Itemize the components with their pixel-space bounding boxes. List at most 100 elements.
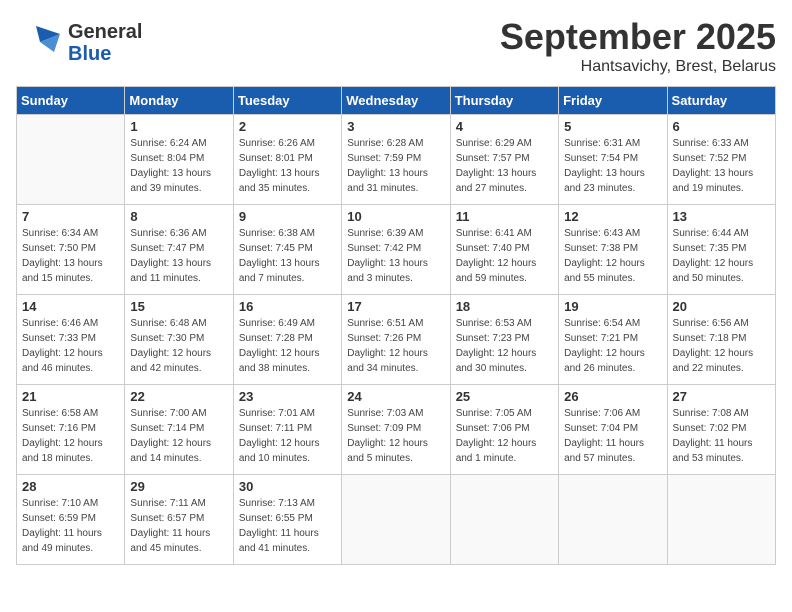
calendar-week-3: 14 Sunrise: 6:46 AMSunset: 7:33 PMDayligh… xyxy=(17,295,776,385)
calendar-cell xyxy=(342,475,450,565)
header: General Blue September 2025 Hantsavichy,… xyxy=(16,16,776,76)
calendar-cell: 2 Sunrise: 6:26 AMSunset: 8:01 PMDaylight… xyxy=(233,115,341,205)
day-info: Sunrise: 6:51 AMSunset: 7:26 PMDaylight:… xyxy=(347,316,444,376)
day-info: Sunrise: 6:44 AMSunset: 7:35 PMDaylight:… xyxy=(673,226,770,286)
day-info: Sunrise: 6:41 AMSunset: 7:40 PMDaylight:… xyxy=(456,226,553,286)
day-number: 9 xyxy=(239,209,336,224)
day-number: 14 xyxy=(22,299,119,314)
day-number: 24 xyxy=(347,389,444,404)
calendar-cell: 17 Sunrise: 6:51 AMSunset: 7:26 PMDayligh… xyxy=(342,295,450,385)
day-info: Sunrise: 6:48 AMSunset: 7:30 PMDaylight:… xyxy=(130,316,227,376)
calendar-cell xyxy=(450,475,558,565)
weekday-header-saturday: Saturday xyxy=(667,87,775,115)
calendar-cell: 11 Sunrise: 6:41 AMSunset: 7:40 PMDayligh… xyxy=(450,205,558,295)
day-number: 21 xyxy=(22,389,119,404)
day-number: 30 xyxy=(239,479,336,494)
calendar-cell: 19Sunrise: 6:54 AMSunset: 7:21 PMDayligh… xyxy=(559,295,667,385)
day-number: 11 xyxy=(456,209,553,224)
day-number: 15 xyxy=(130,299,227,314)
day-number: 7 xyxy=(22,209,119,224)
day-info: Sunrise: 6:29 AMSunset: 7:57 PMDaylight:… xyxy=(456,136,553,196)
day-info: Sunrise: 6:28 AMSunset: 7:59 PMDaylight:… xyxy=(347,136,444,196)
weekday-header-sunday: Sunday xyxy=(17,87,125,115)
day-number: 1 xyxy=(130,119,227,134)
calendar-cell: 21 Sunrise: 6:58 AMSunset: 7:16 PMDayligh… xyxy=(17,385,125,475)
calendar-cell: 4 Sunrise: 6:29 AMSunset: 7:57 PMDaylight… xyxy=(450,115,558,205)
day-info: Sunrise: 6:56 AMSunset: 7:18 PMDaylight:… xyxy=(673,316,770,376)
day-number: 17 xyxy=(347,299,444,314)
calendar-cell: 25 Sunrise: 7:05 AMSunset: 7:06 PMDayligh… xyxy=(450,385,558,475)
weekday-header-row: SundayMondayTuesdayWednesdayThursdayFrid… xyxy=(17,87,776,115)
day-info: Sunrise: 7:05 AMSunset: 7:06 PMDaylight:… xyxy=(456,406,553,466)
day-info: Sunrise: 6:43 AMSunset: 7:38 PMDaylight:… xyxy=(564,226,661,286)
calendar-cell: 7 Sunrise: 6:34 AMSunset: 7:50 PMDaylight… xyxy=(17,205,125,295)
calendar-cell: 10 Sunrise: 6:39 AMSunset: 7:42 PMDayligh… xyxy=(342,205,450,295)
calendar-cell: 24Sunrise: 7:03 AMSunset: 7:09 PMDayligh… xyxy=(342,385,450,475)
title-area: September 2025 Hantsavichy, Brest, Belar… xyxy=(500,16,776,76)
calendar-cell: 14 Sunrise: 6:46 AMSunset: 7:33 PMDayligh… xyxy=(17,295,125,385)
day-info: Sunrise: 6:34 AMSunset: 7:50 PMDaylight:… xyxy=(22,226,119,286)
logo-blue: Blue xyxy=(68,43,111,65)
calendar-cell: 18 Sunrise: 6:53 AMSunset: 7:23 PMDayligh… xyxy=(450,295,558,385)
day-info: Sunrise: 7:10 AMSunset: 6:59 PMDaylight:… xyxy=(22,496,119,556)
day-number: 18 xyxy=(456,299,553,314)
day-info: Sunrise: 7:11 AMSunset: 6:57 PMDaylight:… xyxy=(130,496,227,556)
calendar-cell: 29 Sunrise: 7:11 AMSunset: 6:57 PMDayligh… xyxy=(125,475,233,565)
location-title: Hantsavichy, Brest, Belarus xyxy=(500,58,776,76)
day-info: Sunrise: 6:38 AMSunset: 7:45 PMDaylight:… xyxy=(239,226,336,286)
calendar-week-1: 1 Sunrise: 6:24 AMSunset: 8:04 PMDaylight… xyxy=(17,115,776,205)
day-number: 23 xyxy=(239,389,336,404)
day-info: Sunrise: 6:39 AMSunset: 7:42 PMDaylight:… xyxy=(347,226,444,286)
day-number: 20 xyxy=(673,299,770,314)
logo-text-block: General Blue xyxy=(68,21,142,65)
calendar-cell: 27 Sunrise: 7:08 AMSunset: 7:02 PMDayligh… xyxy=(667,385,775,475)
day-info: Sunrise: 6:49 AMSunset: 7:28 PMDaylight:… xyxy=(239,316,336,376)
day-number: 2 xyxy=(239,119,336,134)
calendar-cell: 1 Sunrise: 6:24 AMSunset: 8:04 PMDaylight… xyxy=(125,115,233,205)
day-info: Sunrise: 7:08 AMSunset: 7:02 PMDaylight:… xyxy=(673,406,770,466)
calendar-cell: 12Sunrise: 6:43 AMSunset: 7:38 PMDayligh… xyxy=(559,205,667,295)
day-number: 4 xyxy=(456,119,553,134)
day-info: Sunrise: 6:36 AMSunset: 7:47 PMDaylight:… xyxy=(130,226,227,286)
day-info: Sunrise: 6:46 AMSunset: 7:33 PMDaylight:… xyxy=(22,316,119,376)
day-info: Sunrise: 6:33 AMSunset: 7:52 PMDaylight:… xyxy=(673,136,770,196)
calendar-cell xyxy=(17,115,125,205)
day-info: Sunrise: 6:58 AMSunset: 7:16 PMDaylight:… xyxy=(22,406,119,466)
day-info: Sunrise: 6:24 AMSunset: 8:04 PMDaylight:… xyxy=(130,136,227,196)
day-number: 25 xyxy=(456,389,553,404)
day-number: 16 xyxy=(239,299,336,314)
day-info: Sunrise: 6:54 AMSunset: 7:21 PMDaylight:… xyxy=(564,316,661,376)
day-number: 10 xyxy=(347,209,444,224)
calendar-cell: 22 Sunrise: 7:00 AMSunset: 7:14 PMDayligh… xyxy=(125,385,233,475)
calendar-week-4: 21 Sunrise: 6:58 AMSunset: 7:16 PMDayligh… xyxy=(17,385,776,475)
calendar-cell: 20 Sunrise: 6:56 AMSunset: 7:18 PMDayligh… xyxy=(667,295,775,385)
calendar-week-2: 7 Sunrise: 6:34 AMSunset: 7:50 PMDaylight… xyxy=(17,205,776,295)
day-number: 27 xyxy=(673,389,770,404)
day-info: Sunrise: 7:06 AMSunset: 7:04 PMDaylight:… xyxy=(564,406,661,466)
day-number: 5 xyxy=(564,119,661,134)
day-info: Sunrise: 7:13 AMSunset: 6:55 PMDaylight:… xyxy=(239,496,336,556)
day-number: 29 xyxy=(130,479,227,494)
calendar-cell: 16 Sunrise: 6:49 AMSunset: 7:28 PMDayligh… xyxy=(233,295,341,385)
day-info: Sunrise: 7:00 AMSunset: 7:14 PMDaylight:… xyxy=(130,406,227,466)
calendar-table: SundayMondayTuesdayWednesdayThursdayFrid… xyxy=(16,86,776,565)
day-info: Sunrise: 6:31 AMSunset: 7:54 PMDaylight:… xyxy=(564,136,661,196)
day-number: 22 xyxy=(130,389,227,404)
calendar-cell xyxy=(559,475,667,565)
calendar-cell: 5 Sunrise: 6:31 AMSunset: 7:54 PMDaylight… xyxy=(559,115,667,205)
day-number: 13 xyxy=(673,209,770,224)
calendar-cell: 30 Sunrise: 7:13 AMSunset: 6:55 PMDayligh… xyxy=(233,475,341,565)
calendar-cell: 3 Sunrise: 6:28 AMSunset: 7:59 PMDaylight… xyxy=(342,115,450,205)
day-info: Sunrise: 6:26 AMSunset: 8:01 PMDaylight:… xyxy=(239,136,336,196)
day-number: 3 xyxy=(347,119,444,134)
calendar-cell: 28Sunrise: 7:10 AMSunset: 6:59 PMDayligh… xyxy=(17,475,125,565)
calendar-week-5: 28Sunrise: 7:10 AMSunset: 6:59 PMDayligh… xyxy=(17,475,776,565)
month-title: September 2025 xyxy=(500,16,776,58)
day-number: 26 xyxy=(564,389,661,404)
calendar-cell: 6Sunrise: 6:33 AMSunset: 7:52 PMDaylight… xyxy=(667,115,775,205)
day-info: Sunrise: 6:53 AMSunset: 7:23 PMDaylight:… xyxy=(456,316,553,376)
day-info: Sunrise: 7:01 AMSunset: 7:11 PMDaylight:… xyxy=(239,406,336,466)
calendar-cell: 8Sunrise: 6:36 AMSunset: 7:47 PMDaylight… xyxy=(125,205,233,295)
calendar-cell: 9 Sunrise: 6:38 AMSunset: 7:45 PMDaylight… xyxy=(233,205,341,295)
weekday-header-wednesday: Wednesday xyxy=(342,87,450,115)
